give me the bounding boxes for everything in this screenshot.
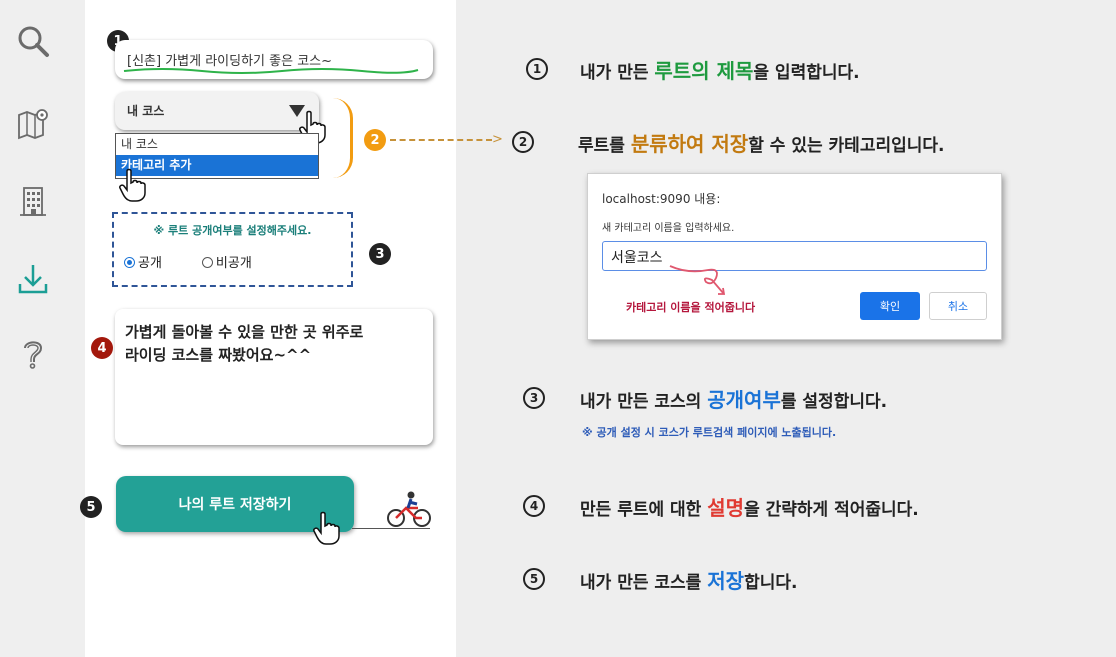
- step-3-post: 를 설정합니다.: [780, 392, 888, 412]
- step-4-post: 을 간략하게 적어줍니다.: [744, 500, 919, 520]
- download-icon[interactable]: [16, 262, 50, 296]
- category-select-value: 내 코스: [127, 104, 165, 118]
- description-line: 라이딩 코스를 짜봤어요~^^: [125, 346, 312, 364]
- step-number-2: 2: [512, 131, 534, 153]
- dialog-cancel-button[interactable]: 취소: [929, 292, 987, 320]
- arrow-right-icon: >: [492, 132, 503, 147]
- step-badge-5: 5: [80, 496, 102, 518]
- visibility-title: ※ 루트 공개여부를 설정해주세요.: [153, 224, 312, 237]
- visibility-settings: ※ 루트 공개여부를 설정해주세요. 공개 비공개: [112, 212, 353, 287]
- search-icon[interactable]: [16, 24, 50, 58]
- step-3-note: ※ 공개 설정 시 코스가 루트검색 페이지에 노출됩니다.: [582, 426, 837, 439]
- radio-public-label: 공개: [138, 256, 162, 271]
- step-badge-3: 3: [369, 243, 391, 265]
- new-category-prompt-dialog: localhost:9090 내용: 새 카테고리 이름을 입력하세요. 서울코…: [587, 173, 1002, 340]
- title-underline-scribble: [123, 68, 419, 74]
- step-3-pre: 내가 만든 코스의: [580, 392, 708, 412]
- dialog-message: 새 카테고리 이름을 입력하세요.: [602, 223, 735, 234]
- step-badge-2: 2: [364, 129, 386, 151]
- pointer-hand-icon: [119, 168, 146, 202]
- description-line: 가볍게 돌아볼 수 있을 만한 곳 위주로: [125, 323, 364, 341]
- step-4-pre: 만든 루트에 대한: [580, 500, 708, 520]
- step-4-highlight: 설명: [707, 496, 745, 520]
- step-badge-4: 4: [91, 337, 113, 359]
- step-5-highlight: 저장: [707, 569, 745, 593]
- dialog-hint: 카테고리 이름을 적어줍니다: [626, 301, 756, 314]
- ground-line: [352, 528, 430, 529]
- radio-private-label: 비공개: [215, 256, 252, 271]
- icon-rail: [0, 0, 85, 657]
- step-5-text: 내가 만든 코스를 저장합니다.: [580, 565, 797, 594]
- step-2-post: 할 수 있는 카테고리입니다.: [748, 136, 945, 156]
- dialog-ok-button[interactable]: 확인: [860, 292, 920, 320]
- step-2-pre: 루트를: [578, 136, 631, 156]
- dialog-input[interactable]: 서울코스: [602, 241, 987, 271]
- curly-arrow-icon: [669, 265, 726, 295]
- connector-dashed-line: [390, 139, 492, 141]
- dialog-origin: localhost:9090 내용:: [602, 192, 721, 206]
- category-option-my-course[interactable]: 내 코스: [116, 134, 318, 155]
- cyclist-icon: [387, 491, 431, 527]
- step-number-5: 5: [523, 568, 545, 590]
- map-icon[interactable]: [16, 106, 50, 140]
- step-4-text: 만든 루트에 대한 설명을 간략하게 적어줍니다.: [580, 492, 919, 521]
- step-number-4: 4: [523, 495, 545, 517]
- category-bracket: [333, 98, 353, 178]
- step-1-pre: 내가 만든: [580, 63, 655, 83]
- building-icon[interactable]: [16, 184, 50, 218]
- step-3-text: 내가 만든 코스의 공개여부를 설정합니다.: [580, 384, 887, 413]
- step-1-highlight: 루트의 제목: [654, 59, 754, 83]
- step-5-pre: 내가 만든 코스를: [580, 573, 708, 593]
- category-select[interactable]: 내 코스: [115, 92, 319, 130]
- step-1-text: 내가 만든 루트의 제목을 입력합니다.: [580, 55, 860, 84]
- radio-unchecked-icon: [201, 257, 213, 268]
- step-5-post: 합니다.: [744, 573, 798, 593]
- radio-checked-icon: [124, 257, 135, 268]
- route-description-textarea[interactable]: 가볍게 돌아볼 수 있을 만한 곳 위주로 라이딩 코스를 짜봤어요~^^: [115, 309, 433, 445]
- step-number-1: 1: [526, 58, 548, 80]
- radio-public[interactable]: 공개: [124, 252, 162, 271]
- step-number-3: 3: [523, 387, 545, 409]
- step-3-highlight: 공개여부: [707, 388, 781, 412]
- help-icon[interactable]: [16, 336, 50, 370]
- pointer-hand-icon: [313, 511, 340, 545]
- category-option-add[interactable]: 카테고리 추가: [116, 155, 318, 176]
- radio-private[interactable]: 비공개: [201, 252, 252, 271]
- step-1-post: 을 입력합니다.: [753, 63, 860, 83]
- step-2-highlight: 분류하여 저장: [630, 132, 749, 156]
- step-2-text: 루트를 분류하여 저장할 수 있는 카테고리입니다.: [578, 128, 944, 157]
